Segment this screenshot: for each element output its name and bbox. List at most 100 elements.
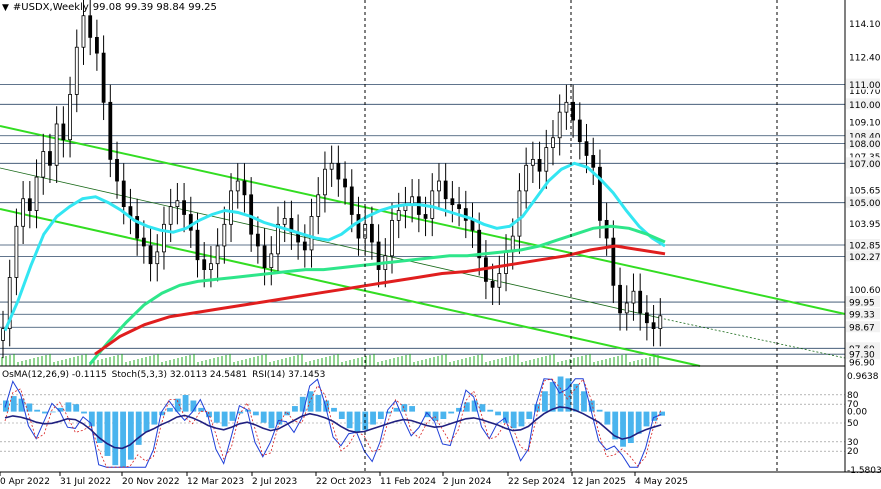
- candle-body: [356, 214, 361, 239]
- channel-mid: [0, 167, 661, 319]
- candle-body: [564, 101, 569, 113]
- candle-body: [282, 218, 287, 225]
- candle-body: [229, 190, 233, 225]
- candle-body: [323, 168, 327, 196]
- candle-body: [517, 190, 522, 237]
- candle-body: [68, 94, 72, 141]
- chart-canvas: 114.10112.40110.70109.10107.35105.65103.…: [0, 0, 881, 487]
- candle-body: [571, 101, 576, 121]
- candle-body: [423, 214, 428, 219]
- candle-body: [591, 155, 596, 168]
- price-tick-label: 105.65: [849, 186, 881, 196]
- ohlc-values: 99.08 99.39 98.84 99.25: [92, 2, 217, 13]
- osma-bar: [151, 411, 158, 425]
- candle-body: [269, 253, 274, 269]
- candle-body: [349, 186, 354, 215]
- candle-body: [624, 302, 629, 314]
- time-tick-label: 22 Oct 2023: [316, 477, 372, 487]
- candle-body: [309, 216, 314, 251]
- candle-body: [101, 52, 106, 103]
- osma-label: OsMA(12,26,9) -0.1115: [2, 370, 107, 380]
- osma-bar: [542, 391, 548, 412]
- osma-bar: [10, 396, 17, 412]
- osma-bar: [252, 411, 259, 416]
- osma-bar: [526, 411, 533, 420]
- candle-body: [470, 219, 475, 231]
- candle-body: [450, 198, 455, 206]
- candle-body: [544, 147, 549, 172]
- osma-bar: [229, 411, 236, 421]
- osma-bar: [104, 411, 111, 456]
- osma-bar: [635, 411, 642, 434]
- osma-tick-label: 0.9638: [847, 372, 879, 382]
- candle-body: [81, 15, 86, 48]
- price-tick-label: 103.95: [849, 220, 881, 230]
- symbol-label: #USDX,Weekly: [12, 2, 89, 13]
- time-tick-label: 12 Mar 2023: [187, 477, 244, 487]
- candle-body: [443, 180, 448, 200]
- price-tick-label: 100.60: [849, 286, 881, 296]
- osma-bar: [448, 411, 455, 414]
- time-tick-label: 2 Jul 2023: [252, 477, 297, 487]
- osma-bar: [510, 411, 517, 429]
- candle-body: [168, 206, 173, 225]
- candle-body: [249, 194, 254, 235]
- candle-body: [262, 245, 267, 269]
- osma-bar: [331, 407, 337, 412]
- osma-bar: [518, 411, 525, 427]
- candle-body: [121, 180, 126, 208]
- time-tick-label: 2 Jun 2024: [443, 477, 492, 487]
- candle-body: [504, 251, 508, 274]
- osma-bar: [409, 406, 416, 412]
- channel-mid-projection: [659, 317, 846, 359]
- level-label: 102.85: [849, 241, 881, 251]
- candle-body: [74, 46, 79, 95]
- osma-bar: [315, 394, 322, 412]
- candle-body: [329, 162, 334, 170]
- candle-body: [54, 123, 59, 166]
- candle-body: [94, 36, 99, 54]
- osma-bar: [604, 411, 611, 425]
- candle-body: [255, 233, 260, 247]
- osma-bar: [346, 411, 353, 429]
- candle-body: [316, 194, 321, 217]
- candle-body: [182, 200, 186, 215]
- osma-bar: [34, 409, 41, 412]
- level-label: 99.33: [849, 311, 875, 321]
- candle-body: [175, 200, 180, 208]
- candle-body: [155, 251, 160, 265]
- chart-title: ▼ #USDX,Weekly 99.08 99.39 98.84 99.25: [2, 2, 217, 13]
- candle-body: [48, 151, 52, 166]
- osma-bar: [213, 411, 220, 423]
- candle-body: [235, 180, 240, 192]
- candle-body: [557, 111, 562, 139]
- level-label: 102.27: [849, 253, 881, 263]
- osma-bar: [307, 391, 314, 412]
- candle-body: [162, 223, 166, 253]
- osma-bar: [112, 411, 119, 466]
- candle-body: [618, 284, 622, 314]
- osma-bar: [573, 383, 580, 412]
- symbol-dropdown-icon[interactable]: ▼: [2, 3, 9, 13]
- osma-bar: [377, 411, 384, 420]
- osma-bar: [268, 411, 275, 429]
- osma-bar: [127, 411, 134, 460]
- osma-bar: [432, 411, 439, 421]
- osma-bar: [65, 402, 72, 412]
- osma-bar: [88, 411, 95, 427]
- candle-body: [276, 223, 280, 255]
- candle-body: [222, 223, 227, 247]
- level-label: 110.00: [849, 101, 881, 111]
- candle-body: [390, 219, 394, 257]
- candle-body: [88, 15, 93, 38]
- candle-body: [34, 176, 39, 211]
- time-tick-label: 11 Feb 2024: [380, 477, 436, 487]
- osma-bar: [182, 394, 189, 412]
- candle-body: [336, 162, 341, 180]
- rsi-label: RSI(14) 37.1453: [252, 370, 326, 380]
- time-tick-label: 12 Jan 2025: [572, 477, 626, 487]
- candle-body: [242, 180, 247, 196]
- osma-bar: [487, 409, 494, 412]
- osma-tick-label: 0.00: [847, 408, 867, 418]
- osma-bar: [440, 411, 447, 420]
